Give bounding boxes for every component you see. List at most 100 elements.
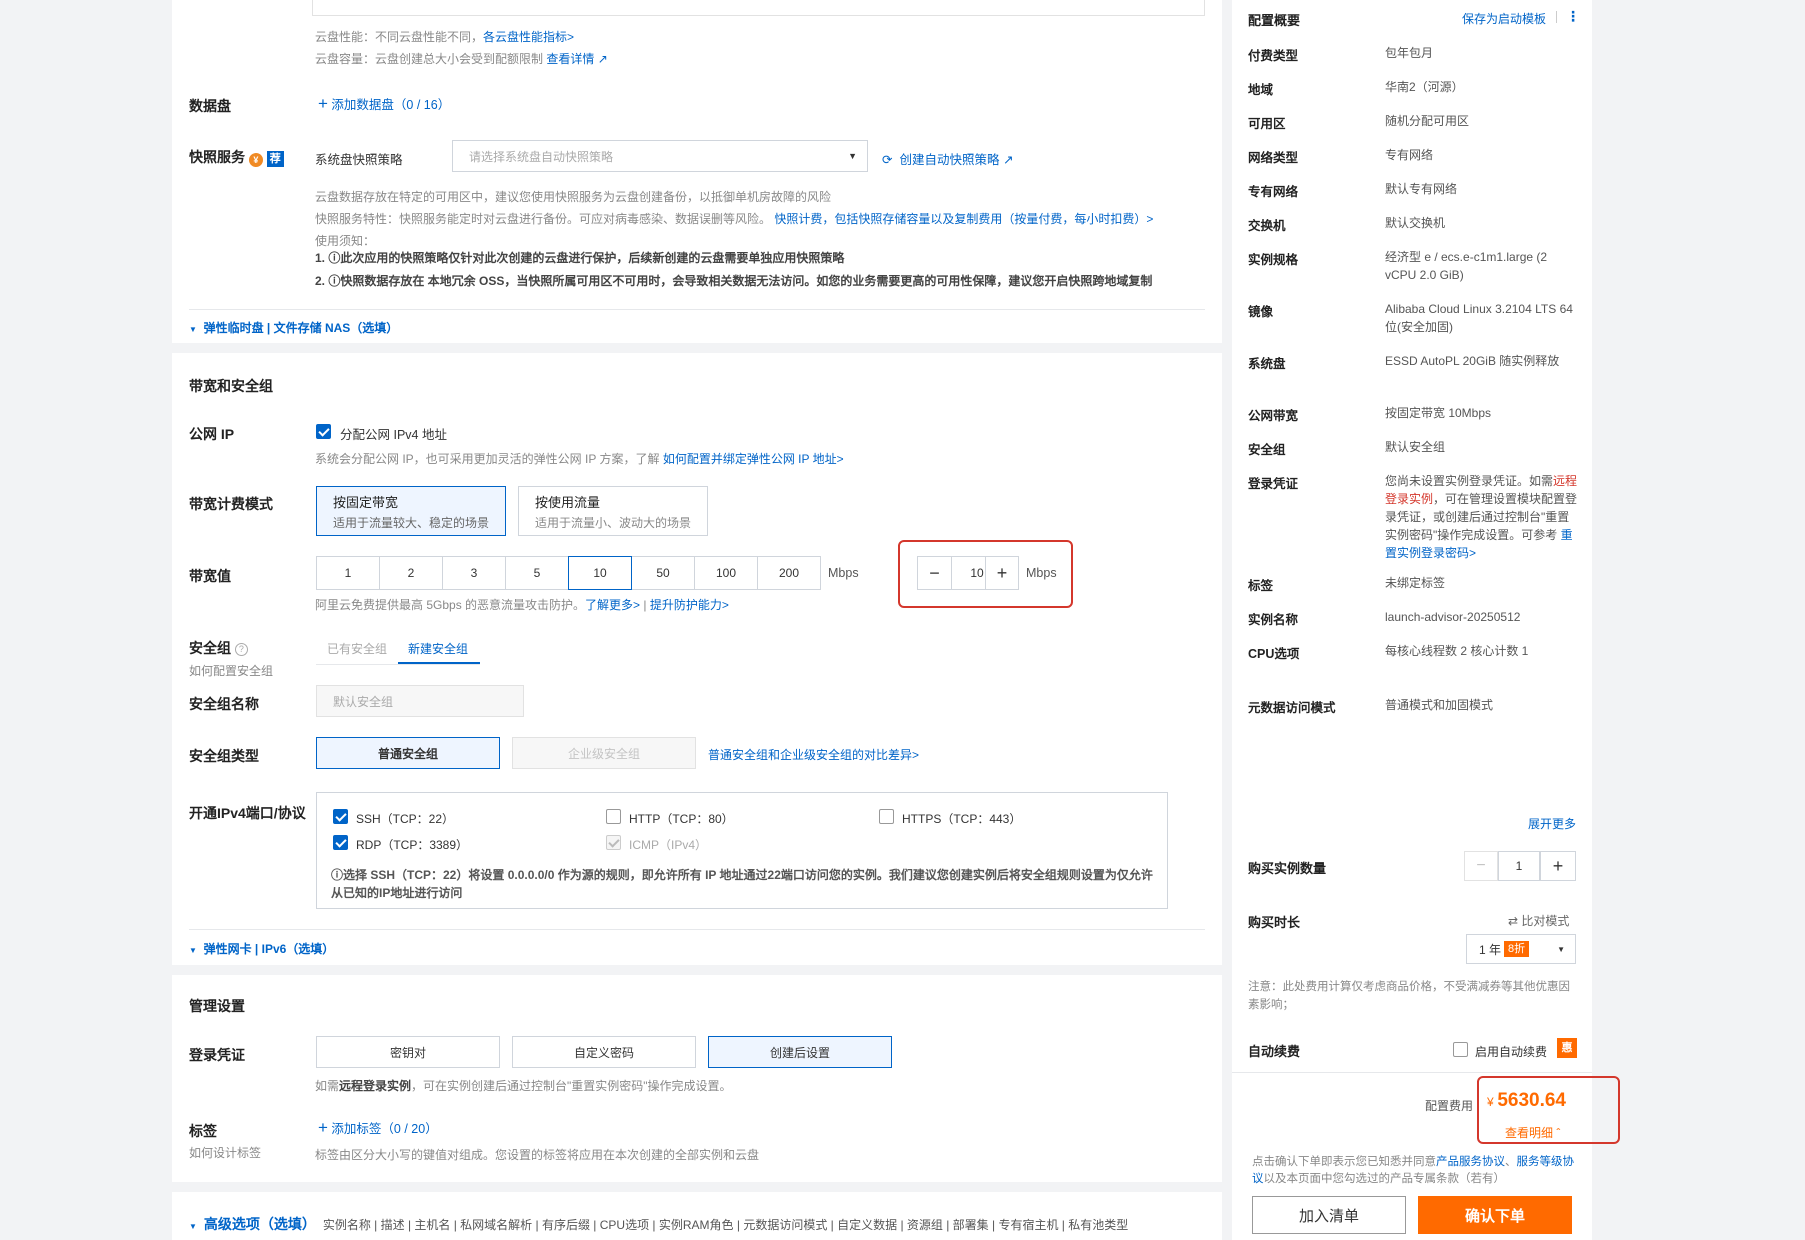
ports-warning-line1: ⓘ选择 SSH（TCP：22）将设置 0.0.0.0/0 作为源的规则，即允许所… (331, 868, 1153, 882)
management-section-title: 管理设置 (189, 998, 245, 1014)
quantity-increase-button[interactable]: + (1540, 851, 1576, 881)
public-ip-checkbox[interactable] (316, 424, 331, 439)
summary-value: 未绑定标签 (1385, 576, 1446, 590)
login-set-after-option[interactable]: 创建后设置 (708, 1036, 892, 1068)
summary-value: 您尚未设置实例登录凭证。如需远程登录实例，可在管理设置模块配置登录凭证，或创建后… (1385, 474, 1578, 560)
summary-value: 经济型 e / ecs.e-c1m1.large (2 vCPU 2.0 GiB… (1385, 250, 1548, 282)
summary-value: 华南2（河源） (1385, 80, 1464, 94)
summary-key: 可用区 (1248, 117, 1286, 131)
tab-existing-security-group[interactable]: 已有安全组 (327, 640, 387, 657)
help-icon[interactable]: ? (234, 643, 248, 656)
summary-key: 交换机 (1248, 219, 1286, 233)
summary-key: 登录凭证 (1248, 477, 1299, 491)
bandwidth-option-5[interactable]: 5 (505, 556, 569, 590)
add-data-disk-button[interactable]: + 添加数据盘（0 / 16） (318, 94, 450, 114)
compare-mode-toggle[interactable]: ⇄ 比对模式 (1508, 912, 1569, 929)
public-ip-link[interactable]: 如何配置并绑定弹性公网 IP 地址> (663, 452, 844, 466)
tag-help-link[interactable]: 如何设计标签 (189, 1144, 261, 1161)
duration-label: 购买时长 (1248, 915, 1301, 930)
http-checkbox[interactable] (606, 809, 621, 824)
login-custom-password-option[interactable]: 自定义密码 (512, 1036, 696, 1068)
ddos-upgrade-link[interactable]: 提升防护能力> (650, 598, 729, 612)
login-keypair-option[interactable]: 密钥对 (316, 1036, 500, 1068)
disk-perf-hint: 云盘性能：不同云盘性能不同，各云盘性能指标> (315, 30, 575, 44)
expand-more-link[interactable]: 展开更多 (1528, 815, 1576, 832)
summary-value: 普通模式和加固模式 (1385, 698, 1494, 712)
fee-label: 配置费用 (1425, 1099, 1474, 1113)
summary-value: ESSD AutoPL 20GiB 随实例释放 (1385, 354, 1560, 368)
bandwidth-option-200[interactable]: 200 (757, 556, 821, 590)
caret-down-icon: ▼ (848, 151, 857, 161)
save-template-link[interactable]: 保存为启动模板 (1462, 10, 1546, 27)
security-group-help-link[interactable]: 如何配置安全组 (189, 662, 273, 679)
bandwidth-option-2[interactable]: 2 (379, 556, 443, 590)
disk-capacity-link[interactable]: 查看详情 (546, 52, 594, 66)
icmp-checkbox (606, 835, 621, 850)
summary-value: 随机分配可用区 (1385, 114, 1470, 128)
confirm-order-button[interactable]: 确认下单 (1418, 1196, 1572, 1234)
login-credential-label: 登录凭证 (189, 1047, 245, 1063)
security-group-name-input[interactable]: 默认安全组 (316, 685, 524, 717)
quantity-input[interactable]: 1 (1498, 851, 1540, 881)
snapshot-policy-select[interactable]: 请选择系统盘自动快照策略 ▼ (452, 140, 868, 172)
bandwidth-option-100[interactable]: 100 (694, 556, 758, 590)
billing-traffic-title: 按使用流量 (535, 494, 601, 510)
service-agreement-link[interactable]: 产品服务协议 (1436, 1156, 1505, 1168)
elastic-storage-toggle[interactable]: ▼ 弹性临时盘 | 文件存储 NAS（选填） (189, 319, 398, 336)
tag-label: 标签 (189, 1123, 217, 1139)
add-to-cart-button[interactable]: 加入清单 (1252, 1196, 1406, 1234)
separator (1556, 11, 1557, 23)
refresh-icon: ⟳ (882, 153, 893, 167)
security-group-type-label: 安全组类型 (189, 748, 259, 764)
rdp-checkbox[interactable] (333, 835, 348, 850)
purchase-divider (1232, 1072, 1592, 1073)
external-link-icon: ↗ (1002, 153, 1014, 167)
ddos-learn-more-link[interactable]: 了解更多> (585, 598, 640, 612)
ssh-label: SSH（TCP：22） (356, 812, 455, 826)
bandwidth-option-50[interactable]: 50 (631, 556, 695, 590)
tab-new-security-group[interactable]: 新建安全组 (408, 640, 468, 657)
recommend-badge: 荐 (266, 151, 284, 167)
summary-value: launch-advisor-20250512 (1385, 610, 1521, 624)
bandwidth-option-3[interactable]: 3 (442, 556, 506, 590)
ports-label: 开通IPv4端口/协议 (189, 805, 306, 821)
auto-renew-checkbox[interactable] (1453, 1042, 1468, 1057)
snapshot-desc1: 云盘数据存放在特定的可用区中，建议您使用快照服务为云盘创建备份，以抵御单机房故障… (315, 190, 832, 204)
discount-badge: 8折 (1504, 941, 1530, 957)
swap-icon: ⇄ (1508, 914, 1519, 928)
disk-perf-link[interactable]: 各云盘性能指标> (483, 30, 574, 44)
advanced-options-toggle[interactable]: ▼ 高级选项（选填） 实例名称 | 描述 | 主机名 | 私网域名解析 | 有序… (189, 1214, 1128, 1234)
summary-value: 包年包月 (1385, 46, 1434, 60)
summary-value: 默认专有网络 (1385, 182, 1458, 196)
bandwidth-option-1[interactable]: 1 (316, 556, 380, 590)
snapshot-label: 快照服务 ¥ 荐 (189, 147, 284, 167)
billing-traffic-option[interactable]: 按使用流量 适用于流量小、波动大的场景 (518, 486, 708, 536)
summary-value: 专有网络 (1385, 148, 1434, 162)
public-ip-checkbox-label: 分配公网 IPv4 地址 (340, 428, 447, 442)
snapshot-policy-label: 系统盘快照策略 (315, 153, 403, 167)
tab-baseline (316, 664, 480, 665)
bandwidth-unit: Mbps (828, 566, 859, 580)
snapshot-note2: 2. ⓘ快照数据存放在 本地冗余 OSS，当快照所属可用区不可用时，会导致相关数… (315, 274, 1153, 288)
summary-title: 配置概要 (1248, 13, 1301, 28)
rdp-label: RDP（TCP：3389） (356, 838, 469, 852)
disk-capacity-hint: 云盘容量：云盘创建总大小会受到配额限制 查看详情 ↗ (315, 52, 608, 66)
summary-value: 默认交换机 (1385, 216, 1446, 230)
bandwidth-option-10[interactable]: 10 (568, 556, 632, 590)
ssh-checkbox[interactable] (333, 809, 348, 824)
fee-highlight (1477, 1076, 1620, 1144)
summary-key: 网络类型 (1248, 151, 1299, 165)
duration-select[interactable]: 1 年 8折 ▼ (1466, 934, 1576, 964)
billing-fixed-option[interactable]: 按固定带宽 适用于流量较大、稳定的场景 (316, 486, 506, 536)
add-tag-button[interactable]: + 添加标签（0 / 20） (318, 1118, 438, 1138)
summary-value: 默认安全组 (1385, 440, 1446, 454)
https-checkbox[interactable] (879, 809, 894, 824)
eni-ipv6-toggle[interactable]: ▼ 弹性网卡 | IPv6（选填） (189, 940, 334, 957)
more-options-icon[interactable]: ⋮ (1566, 8, 1580, 25)
create-snapshot-policy-link[interactable]: ⟳ 创建自动快照策略 ↗ (882, 149, 1013, 168)
security-group-compare-link[interactable]: 普通安全组和企业级安全组的对比差异> (708, 746, 919, 763)
summary-key: 实例规格 (1248, 253, 1299, 267)
security-group-type-normal[interactable]: 普通安全组 (316, 737, 500, 769)
billing-fixed-title: 按固定带宽 (333, 494, 399, 510)
snapshot-billing-link[interactable]: 快照计费，包括快照存储容量以及复制费用（按量付费，每小时扣费）> (774, 212, 1153, 226)
